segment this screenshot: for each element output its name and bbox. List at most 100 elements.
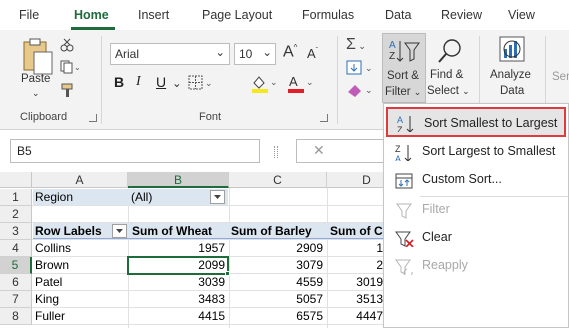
analyze-label-2: Data — [500, 85, 525, 97]
tab-review[interactable]: Review — [441, 8, 482, 22]
copy-icon[interactable]: ⌄ — [60, 60, 81, 77]
d-value: 2 — [376, 258, 383, 272]
underline-button[interactable]: U — [156, 74, 166, 90]
row-header-4[interactable]: 4 — [0, 240, 32, 257]
barley-value: 4559 — [296, 275, 323, 289]
bold-button[interactable]: B — [114, 74, 124, 90]
shrink-font-button[interactable]: Aˇ — [307, 46, 318, 61]
formula-bar-splitter[interactable] — [274, 146, 278, 158]
sort-descending-icon: Z A — [395, 144, 412, 161]
d-value: 3513 — [356, 292, 383, 306]
analyze-data-button[interactable]: Analyze Data — [486, 35, 538, 101]
chevron-down-icon[interactable]: ⌄ — [172, 76, 182, 90]
cancel-icon[interactable]: ✕ — [313, 142, 325, 159]
row-header-2[interactable]: 2 — [0, 206, 32, 223]
svg-text:⌄: ⌄ — [74, 63, 80, 72]
tab-page-layout[interactable]: Page Layout — [202, 8, 272, 22]
svg-text:⌄: ⌄ — [270, 77, 278, 87]
svg-text:⌄: ⌄ — [205, 78, 213, 88]
column-header-c[interactable]: C — [229, 172, 327, 188]
active-cell-b5[interactable] — [127, 256, 229, 275]
wheat-value: 3483 — [198, 292, 225, 306]
sort-ascending-item[interactable]: A Z Sort Smallest to Largest — [386, 107, 566, 137]
row-header-5[interactable]: 5 — [0, 257, 32, 274]
row-label: Collins — [35, 241, 72, 255]
grow-font-button[interactable]: A^ — [283, 43, 297, 61]
custom-sort-icon — [395, 173, 413, 189]
font-size-select[interactable]: 10 ⌄ — [234, 43, 276, 65]
tab-formulas[interactable]: Formulas — [302, 8, 354, 22]
row-header-8[interactable]: 8 — [0, 308, 32, 325]
column-header-a[interactable]: A — [32, 172, 128, 188]
fill-handle[interactable] — [225, 271, 230, 276]
row-label: Fuller — [35, 309, 66, 323]
borders-icon[interactable]: ⌄ — [188, 75, 214, 94]
barley-value: 5057 — [296, 292, 323, 306]
svg-text:Z: Z — [395, 144, 401, 154]
custom-sort-item[interactable]: Custom Sort... — [384, 166, 568, 194]
font-launcher-icon[interactable] — [320, 114, 328, 122]
filter-icon — [396, 203, 412, 219]
clipboard-group-label: Clipboard — [20, 111, 68, 123]
sort-descending-item[interactable]: Z A Sort Largest to Smallest — [384, 138, 568, 166]
sort-ascending-label: Sort Smallest to Largest — [424, 116, 558, 130]
analyze-label-1: Analyze — [490, 69, 531, 81]
tab-view[interactable]: View — [508, 8, 535, 22]
paste-button[interactable] — [20, 38, 54, 78]
paste-icon — [23, 38, 53, 75]
barley-value: 3079 — [296, 258, 323, 272]
find-select-button[interactable]: Find & Select ⌄ — [427, 35, 470, 101]
row-labels-header: Row Labels — [35, 224, 102, 238]
sum-wheat-header: Sum of Wheat — [132, 224, 212, 238]
svg-text:A: A — [395, 154, 401, 161]
sort-filter-label-1: Sort & — [387, 70, 419, 82]
clear-filter-item[interactable]: Clear — [384, 224, 568, 252]
filter-item[interactable]: Filter — [384, 196, 568, 224]
name-box-value: B5 — [17, 144, 32, 158]
custom-sort-label: Custom Sort... — [422, 172, 502, 186]
font-name-select[interactable]: Arial ⌄ — [110, 43, 230, 65]
wheat-value: 1957 — [198, 241, 225, 255]
tab-home[interactable]: Home — [74, 8, 109, 22]
column-header-b[interactable]: B — [128, 172, 229, 188]
select-all-corner[interactable] — [0, 172, 32, 188]
autosum-icon[interactable]: Σ ⌄ — [346, 36, 366, 54]
clear-icon[interactable]: ⌄ — [346, 82, 376, 101]
cut-icon[interactable] — [60, 38, 74, 55]
fill-color-icon[interactable]: ⌄ — [250, 73, 278, 96]
tab-file[interactable]: File — [19, 8, 39, 22]
row-label: Brown — [35, 258, 70, 272]
sensitivity-label[interactable]: Sen — [552, 71, 569, 83]
region-filter-dropdown-icon[interactable] — [210, 190, 225, 204]
paste-label: Paste — [21, 73, 51, 85]
row-header-1[interactable]: 1 — [0, 189, 32, 206]
tab-insert[interactable]: Insert — [138, 8, 169, 22]
formula-input[interactable]: ✕ — [296, 139, 396, 163]
name-box[interactable]: B5 — [10, 139, 260, 163]
tab-data[interactable]: Data — [385, 8, 411, 22]
format-painter-icon[interactable] — [60, 82, 76, 101]
svg-text:Z: Z — [389, 51, 395, 62]
clipboard-launcher-icon[interactable] — [89, 114, 97, 122]
svg-text:⌄: ⌄ — [306, 77, 314, 87]
italic-button[interactable]: I — [136, 74, 141, 90]
svg-text:A: A — [289, 74, 298, 89]
sort-ascending-icon: A Z — [397, 115, 414, 132]
row-header-6[interactable]: 6 — [0, 274, 32, 291]
row-header-3[interactable]: 3 — [0, 223, 32, 240]
row-labels-filter-icon[interactable] — [112, 224, 127, 238]
sort-filter-button[interactable]: A Z Sort & Filter ⌄ — [382, 33, 426, 103]
reapply-icon — [395, 259, 413, 275]
sort-descending-label: Sort Largest to Smallest — [422, 144, 556, 158]
d-value: 1 — [376, 241, 383, 255]
region-filter-value[interactable]: (All) — [131, 189, 152, 206]
chevron-down-icon: ⌄ — [262, 47, 272, 59]
row-header-7[interactable]: 7 — [0, 291, 32, 308]
paste-chevron-icon[interactable]: ⌄ — [32, 88, 40, 99]
svg-text:Z: Z — [397, 125, 403, 132]
font-color-icon[interactable]: A ⌄ — [286, 73, 314, 96]
fill-icon[interactable]: ⌄ — [346, 60, 376, 79]
region-label: Region — [35, 190, 74, 204]
separator — [101, 36, 102, 124]
reapply-item[interactable]: Reapply — [384, 252, 568, 280]
